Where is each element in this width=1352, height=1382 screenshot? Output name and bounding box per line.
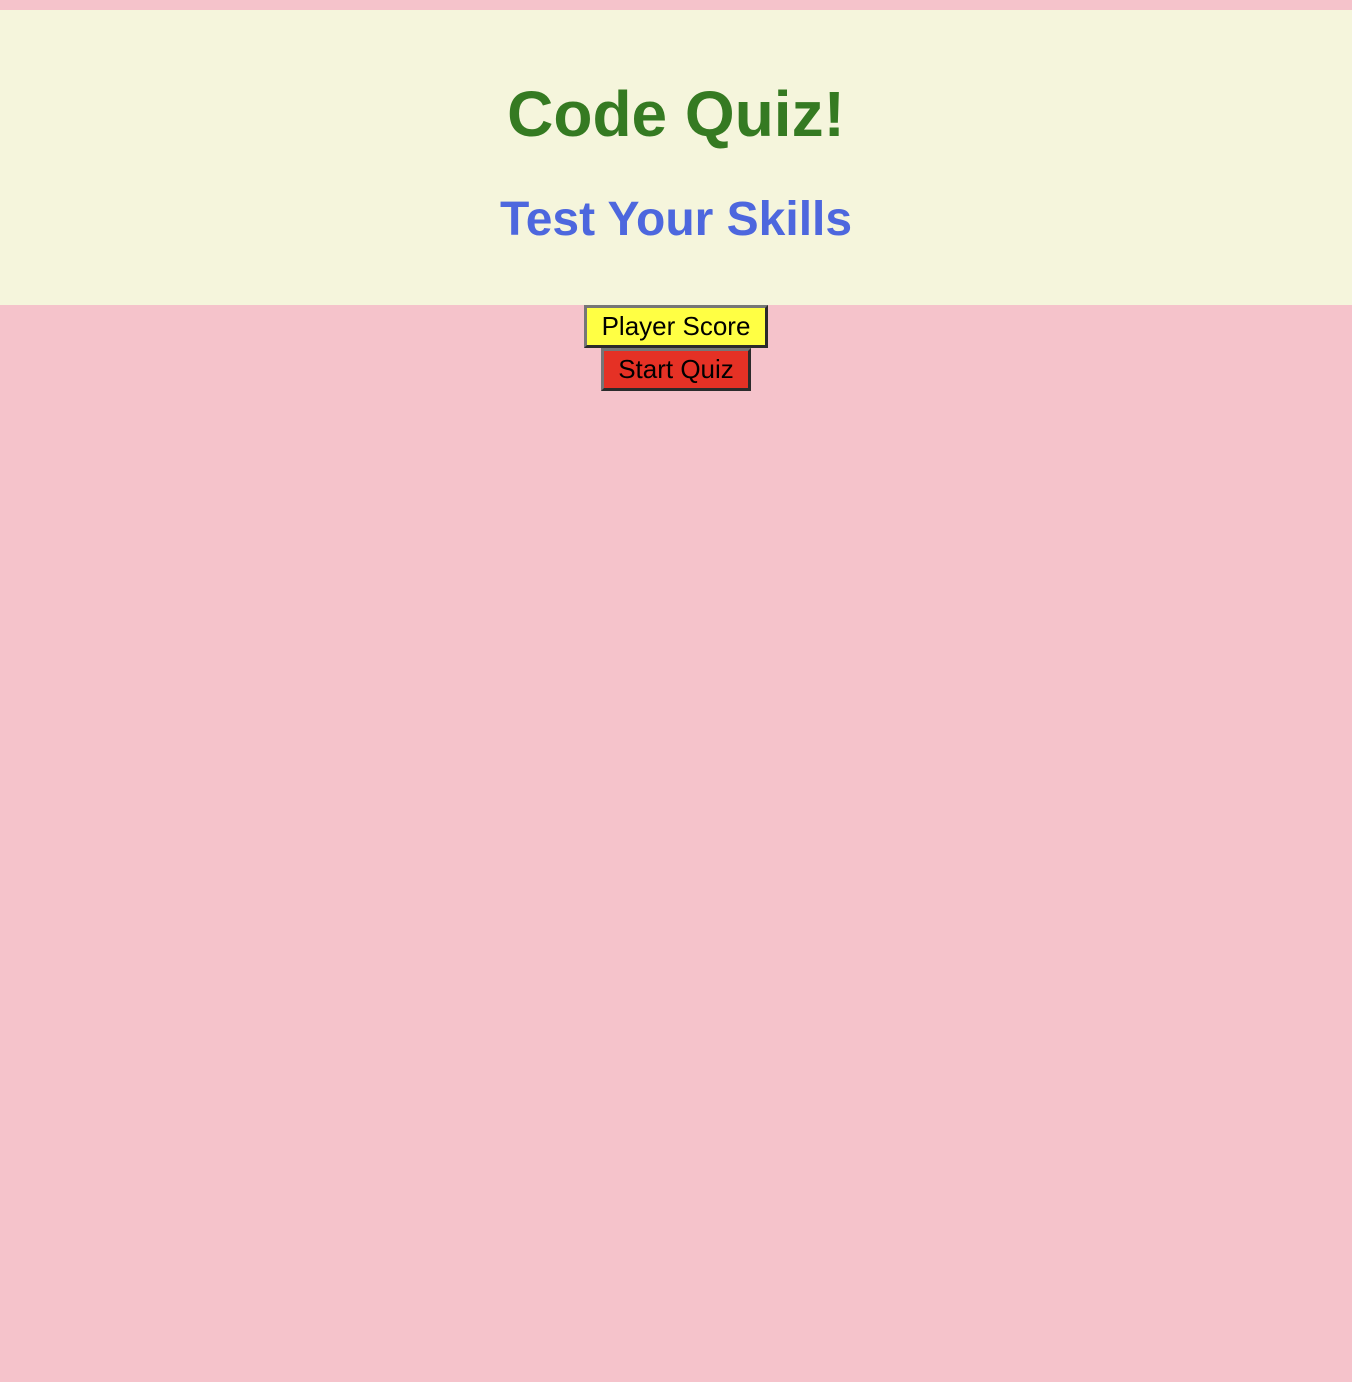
start-quiz-button[interactable]: Start Quiz (601, 348, 751, 391)
quiz-header: Code Quiz! Test Your Skills (0, 10, 1352, 305)
page-subtitle: Test Your Skills (499, 193, 853, 246)
quiz-actions: Player Score Start Quiz (0, 305, 1352, 391)
page-title: Code Quiz! (507, 78, 845, 150)
player-score-button[interactable]: Player Score (584, 305, 768, 348)
